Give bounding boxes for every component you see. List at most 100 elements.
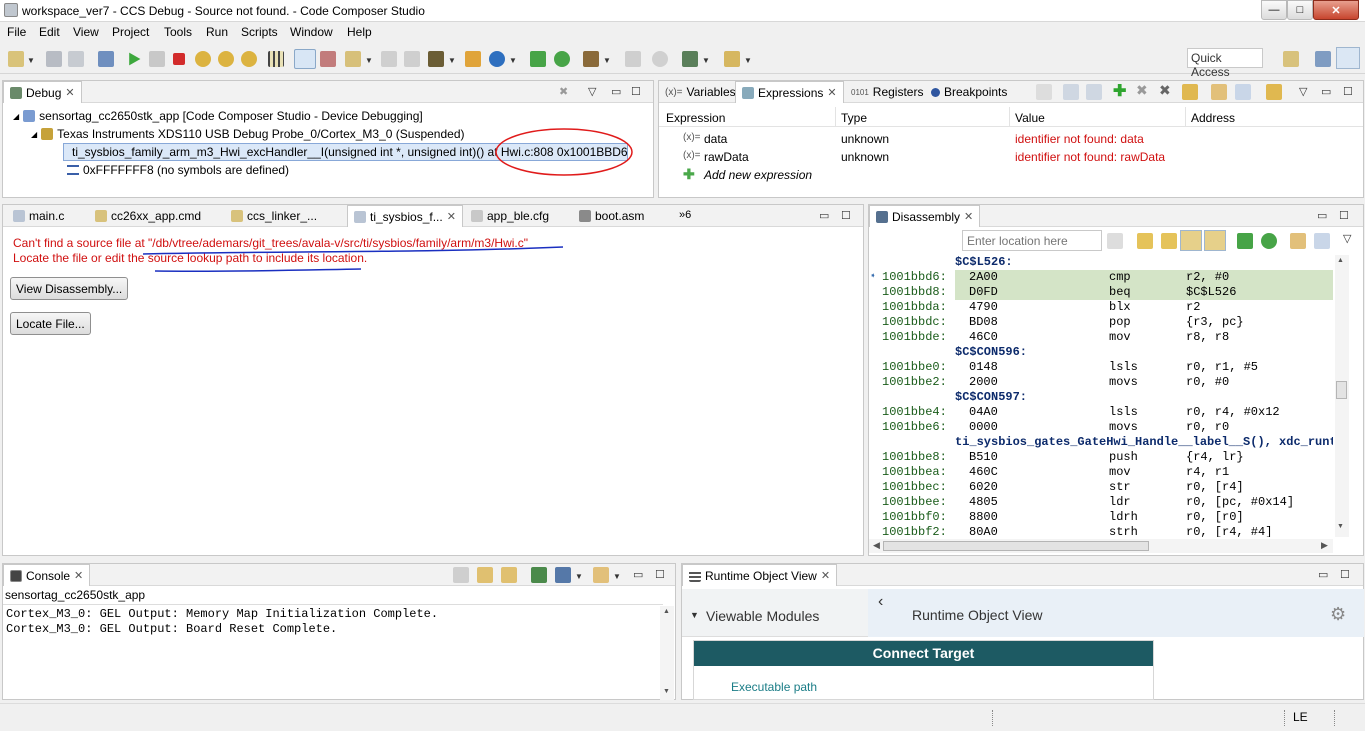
tab-registers[interactable]: 0101 Registers <box>845 81 929 103</box>
disasm-instruction[interactable]: 1001bbe8: B510 push {r4, lr} <box>869 450 1333 465</box>
disasm-instruction[interactable]: ➧ 1001bbd6: 2A00 cmp r2, #0 <box>869 270 1333 285</box>
terminate-icon[interactable] <box>173 53 185 65</box>
step-over-icon[interactable] <box>218 51 234 67</box>
minimize-icon[interactable]: ▭ <box>611 85 621 98</box>
maximize-icon[interactable]: ☐ <box>1339 209 1349 222</box>
suspend-icon[interactable] <box>149 51 165 67</box>
tab-ti-sysbios[interactable]: ti_sysbios_f... ✕ <box>347 205 463 227</box>
disasm-instruction[interactable]: 1001bbe4: 04A0 lsls r0, r4, #0x12 <box>869 405 1333 420</box>
scroll-down-icon[interactable]: ▼ <box>1337 523 1344 530</box>
tab-app-ble-cfg[interactable]: app_ble.cfg <box>465 205 555 227</box>
menu-run[interactable]: Run <box>206 25 228 39</box>
pin-console-icon[interactable] <box>531 567 547 583</box>
open-icon[interactable] <box>625 51 641 67</box>
disasm-label[interactable]: ti_sysbios_gates_GateHwi_Handle__label__… <box>869 435 1333 450</box>
locate-file-button[interactable]: Locate File... <box>10 312 91 335</box>
table-row[interactable]: (x)= data unknown identifier not found: … <box>659 130 1363 148</box>
scroll-left-icon[interactable]: ◀ <box>873 540 880 551</box>
close-icon[interactable]: ✕ <box>65 86 74 99</box>
remove-all-icon[interactable]: ✖ <box>1159 82 1171 99</box>
col-expression[interactable]: Expression <box>666 111 725 125</box>
tab-console[interactable]: Console ✕ <box>3 564 91 586</box>
clear-console-icon[interactable] <box>453 567 469 583</box>
search-icon[interactable] <box>652 51 668 67</box>
col-value[interactable]: Value <box>1015 111 1045 125</box>
maximize-button[interactable]: □ <box>1287 0 1313 20</box>
columns-icon[interactable] <box>1086 84 1102 100</box>
tab-breakpoints[interactable]: Breakpoints <box>925 81 1013 103</box>
gear-icon[interactable]: ⚙ <box>1330 604 1346 625</box>
step-return-icon[interactable] <box>241 51 257 67</box>
resume-icon[interactable] <box>129 52 141 66</box>
disasm-instruction[interactable]: 1001bbda: 4790 blx r2 <box>869 300 1333 315</box>
reset-icon[interactable] <box>320 51 336 67</box>
scroll-lock-icon[interactable] <box>477 567 493 583</box>
vertical-scrollbar[interactable]: ▲ ▼ <box>1335 255 1349 537</box>
scroll-up-icon[interactable]: ▲ <box>663 608 670 615</box>
horizontal-scrollbar[interactable]: ◀ ▶ <box>869 539 1333 553</box>
maximize-icon[interactable]: ☐ <box>841 209 851 222</box>
tab-ccs-linker[interactable]: ccs_linker_... <box>225 205 323 227</box>
disasm-instruction[interactable]: 1001bbe6: 0000 movs r0, r0 <box>869 420 1333 435</box>
add-expression-row[interactable]: ✚ Add new expression <box>659 166 1363 184</box>
disasm-instruction[interactable]: 1001bbd8: D0FD beq $C$L526 <box>869 285 1333 300</box>
scroll-down-icon[interactable]: ▼ <box>663 688 670 695</box>
run-icon[interactable] <box>530 51 546 67</box>
restart-icon[interactable] <box>381 51 397 67</box>
monitor-icon[interactable] <box>98 51 114 67</box>
build-icon[interactable] <box>583 51 599 67</box>
minimize-button[interactable]: — <box>1261 0 1287 20</box>
show-source-icon[interactable] <box>1204 230 1226 251</box>
edit-perspective-icon[interactable] <box>1315 51 1331 67</box>
menu-project[interactable]: Project <box>112 25 149 39</box>
menu-scripts[interactable]: Scripts <box>241 25 278 39</box>
memory-icon[interactable] <box>268 51 284 67</box>
refresh-icon[interactable] <box>1261 233 1277 249</box>
disasm-instruction[interactable]: 1001bbde: 46C0 mov r8, r8 <box>869 330 1333 345</box>
col-address[interactable]: Address <box>1191 111 1235 125</box>
tab-runtime-object-view[interactable]: Runtime Object View ✕ <box>682 564 838 586</box>
tab-boot-asm[interactable]: boot.asm <box>573 205 650 227</box>
menu-tools[interactable]: Tools <box>164 25 192 39</box>
minimize-icon[interactable]: ▭ <box>1321 85 1331 98</box>
debug-session[interactable]: ◢ sensortag_cc2650stk_app [Code Composer… <box>13 107 423 125</box>
menu-window[interactable]: Window <box>290 25 333 39</box>
scroll-up-icon[interactable]: ▲ <box>1337 257 1344 264</box>
step-icon[interactable] <box>1237 233 1253 249</box>
pin-view-icon[interactable] <box>1314 233 1330 249</box>
maximize-icon[interactable]: ☐ <box>1340 568 1350 581</box>
display-console-icon[interactable] <box>555 567 571 583</box>
menu-view[interactable]: View <box>73 25 99 39</box>
minimize-icon[interactable]: ▭ <box>819 209 829 222</box>
debug-perspective-icon[interactable] <box>1336 47 1360 69</box>
minimize-icon[interactable]: ▭ <box>1317 209 1327 222</box>
disasm-instruction[interactable]: 1001bbea: 460C mov r4, r1 <box>869 465 1333 480</box>
close-button[interactable]: ✕ <box>1313 0 1359 20</box>
col-type[interactable]: Type <box>841 111 867 125</box>
close-icon[interactable]: ✕ <box>821 569 830 582</box>
debug-config-icon[interactable] <box>465 51 481 67</box>
scroll-thumb[interactable] <box>883 541 1149 551</box>
tab-expressions[interactable]: Expressions ✕ <box>735 81 844 103</box>
disasm-instruction[interactable]: 1001bbe0: 0148 lsls r0, r1, #5 <box>869 360 1333 375</box>
refresh-expressions-icon[interactable] <box>1182 84 1198 100</box>
close-icon[interactable]: ✕ <box>447 210 456 223</box>
layout-icon[interactable] <box>1063 84 1079 100</box>
step-into-icon[interactable] <box>195 51 211 67</box>
menu-edit[interactable]: Edit <box>39 25 60 39</box>
load-icon[interactable] <box>345 51 361 67</box>
new-view-icon[interactable] <box>1290 233 1306 249</box>
new-icon[interactable] <box>8 51 24 67</box>
minimize-icon[interactable]: ▭ <box>1318 568 1328 581</box>
disasm-instruction[interactable]: 1001bbdc: BD08 pop {r3, pc} <box>869 315 1333 330</box>
collapse-icon[interactable] <box>1036 84 1052 100</box>
tab-cc26xx-app-cmd[interactable]: cc26xx_app.cmd <box>89 205 207 227</box>
location-input[interactable] <box>962 230 1102 251</box>
menu-file[interactable]: File <box>7 25 26 39</box>
maximize-icon[interactable]: ☐ <box>1343 85 1353 98</box>
debug-icon[interactable] <box>489 51 505 67</box>
table-row[interactable]: (x)= rawData unknown identifier not foun… <box>659 148 1363 166</box>
quick-access-input[interactable]: Quick Access <box>1187 48 1263 79</box>
maximize-icon[interactable]: ☐ <box>631 85 641 98</box>
tab-overflow[interactable]: »6 <box>679 209 691 221</box>
